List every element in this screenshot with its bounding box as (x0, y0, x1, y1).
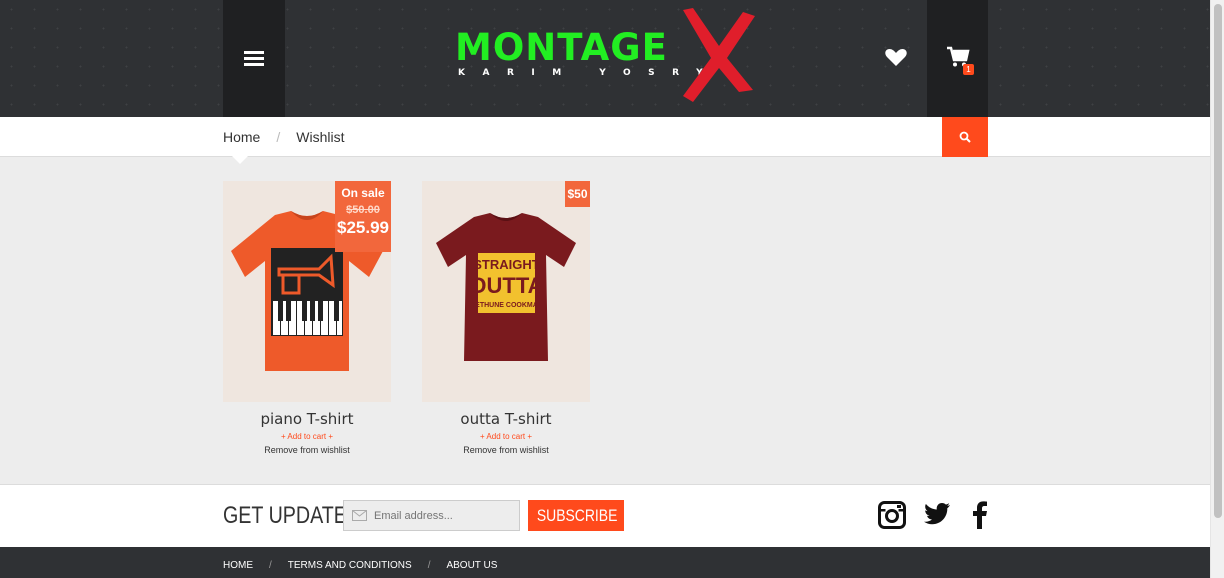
instagram-icon[interactable] (878, 501, 906, 529)
logo-title: MONTAGE (455, 26, 668, 69)
add-to-cart-link[interactable]: + Add to cart + (223, 432, 391, 441)
heart-icon[interactable] (884, 46, 908, 68)
newsletter-bar: GET UPDATES SUBSCRIBE (0, 484, 1210, 547)
site-footer: HOME / TERMS AND CONDITIONS / ABOUT US (0, 547, 1210, 578)
email-input[interactable] (374, 501, 519, 530)
footer-nav: HOME / TERMS AND CONDITIONS / ABOUT US (223, 560, 497, 571)
product-name[interactable]: piano T-shirt (223, 410, 391, 428)
vertical-scrollbar[interactable] (1210, 0, 1224, 578)
remove-from-wishlist-link[interactable]: Remove from wishlist (422, 445, 590, 455)
search-icon (959, 131, 971, 143)
facebook-icon[interactable] (970, 501, 988, 529)
twitter-icon[interactable] (923, 501, 951, 527)
shirt-text-line-2: OUTTA (469, 273, 543, 298)
menu-button[interactable] (223, 0, 285, 117)
old-price: $50.00 (346, 204, 380, 216)
page: MONTAGE KARIM YOSRY 1 Home / Wishlist On… (0, 0, 1210, 578)
product-image[interactable]: STRAIGHT OUTTA BETHUNE COOKMAN $50 (422, 181, 590, 402)
breadcrumb: Home / Wishlist (223, 129, 344, 145)
sale-label: On sale (341, 186, 385, 200)
footer-link-home[interactable]: HOME (223, 560, 253, 571)
cart-button[interactable]: 1 (927, 0, 988, 117)
add-to-cart-link[interactable]: + Add to cart + (422, 432, 590, 441)
hamburger-icon (244, 48, 264, 69)
breadcrumb-pointer (232, 156, 248, 164)
breadcrumb-current: Wishlist (296, 129, 345, 145)
shirt-text-line-3: BETHUNE COOKMAN (470, 302, 543, 309)
shirt-text-line-1: STRAIGHT (473, 257, 540, 272)
subscribe-label: SUBSCRIBE (536, 505, 618, 525)
wishlist-item: STRAIGHT OUTTA BETHUNE COOKMAN $50 outta… (422, 181, 590, 455)
price-badge: $50 (565, 181, 590, 207)
product-name[interactable]: outta T-shirt (422, 410, 590, 428)
updates-title: GET UPDATES (223, 502, 361, 529)
remove-from-wishlist-link[interactable]: Remove from wishlist (223, 445, 391, 455)
cart-count-badge: 1 (963, 64, 974, 75)
email-field[interactable] (343, 500, 520, 531)
envelope-icon (352, 510, 367, 521)
footer-link-about[interactable]: ABOUT US (446, 560, 497, 571)
breadcrumb-bar: Home / Wishlist (0, 117, 1210, 164)
footer-link-terms[interactable]: TERMS AND CONDITIONS (288, 560, 412, 571)
scrollbar-thumb[interactable] (1214, 4, 1222, 518)
footer-separator: / (269, 560, 272, 571)
site-header: MONTAGE KARIM YOSRY 1 (0, 0, 1210, 117)
sale-badge: On sale $50.00 $25.99 (335, 181, 391, 252)
sale-price: $25.99 (337, 218, 389, 237)
footer-separator: / (427, 560, 431, 571)
subscribe-button[interactable]: SUBSCRIBE (528, 500, 624, 531)
breadcrumb-home[interactable]: Home (223, 129, 260, 145)
breadcrumb-separator: / (276, 129, 281, 145)
site-logo[interactable]: MONTAGE KARIM YOSRY (455, 8, 765, 105)
wishlist-item: On sale $50.00 $25.99 piano T-shirt + Ad… (223, 181, 391, 455)
product-image[interactable]: On sale $50.00 $25.99 (223, 181, 391, 402)
outta-shirt-image: STRAIGHT OUTTA BETHUNE COOKMAN (436, 213, 576, 361)
logo-x-mark (683, 8, 755, 102)
search-button[interactable] (942, 117, 988, 157)
